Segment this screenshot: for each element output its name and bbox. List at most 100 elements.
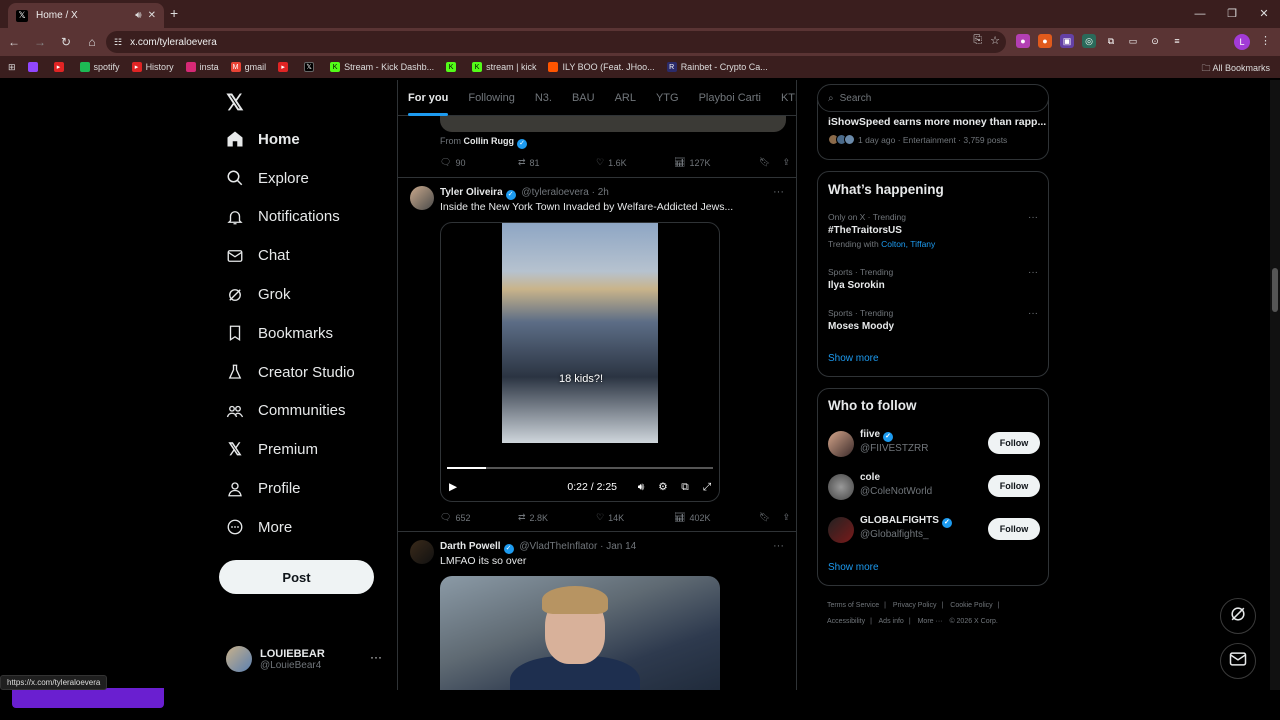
video-player[interactable]: 18 kids?! ▶ 0:22 / 2:25 🔊︎ ⚙ ⧉ ⤢ [440, 222, 720, 502]
address-bar[interactable]: ☷ x.com/tyleraloevera ⎘ ☆ [106, 31, 1006, 53]
settings-gear-icon[interactable]: ⚙ [655, 481, 671, 493]
author-name[interactable]: Tyler Oliveira [440, 187, 503, 198]
tweet-time[interactable]: · Jan 14 [600, 541, 636, 552]
show-more-link[interactable]: Show more [828, 353, 879, 364]
views-button[interactable]: 📊︎ 402K [674, 512, 752, 523]
tab-list[interactable]: Playboi Carti [689, 80, 771, 116]
bookmark-item[interactable]: Kstream | kick [472, 62, 536, 72]
follow-suggestion[interactable]: cole @ColeNotWorld Follow [828, 472, 1040, 504]
extension-icon[interactable]: ● [1038, 34, 1052, 48]
new-tab-icon[interactable]: + [170, 5, 178, 21]
footer-link[interactable]: Privacy Policy [893, 602, 937, 609]
follow-suggestion[interactable]: fiive ✓ @FIIVESTZRR Follow [828, 429, 1040, 461]
tweet-time[interactable]: · 2h [592, 187, 609, 198]
author-handle[interactable]: @VladTheInflator [519, 541, 597, 552]
twitch-icon[interactable]: ▣ [1060, 34, 1074, 48]
bookmark-item[interactable]: K [446, 62, 460, 72]
site-info-icon[interactable]: ☷ [114, 37, 122, 48]
avatar[interactable] [410, 540, 434, 564]
nav-grok[interactable]: Grok [218, 275, 398, 314]
like-button[interactable]: ♡ 14K [596, 512, 674, 523]
nav-chat[interactable]: Chat [218, 236, 398, 275]
top-story-card[interactable]: iShowSpeed earns more money than rapp...… [817, 100, 1049, 160]
post-button[interactable]: Post [219, 560, 374, 594]
tab-list[interactable]: BAU [562, 80, 605, 116]
footer-link[interactable]: Terms of Service [827, 602, 879, 609]
author-handle[interactable]: @tyleraloevera [521, 187, 588, 198]
bookmark-item[interactable] [27, 62, 42, 72]
show-more-link[interactable]: Show more [828, 562, 879, 573]
minimize-icon[interactable]: — [1184, 0, 1216, 28]
play-icon[interactable]: ▶ [449, 481, 457, 493]
repost-button[interactable]: ⇄ 2.8K [518, 512, 596, 523]
tab-list[interactable]: N3. [525, 80, 562, 116]
nav-communities[interactable]: Communities [218, 392, 398, 431]
fullscreen-icon[interactable]: ⤢ [699, 481, 715, 494]
footer-link[interactable]: More ··· [918, 618, 943, 625]
author-name[interactable]: Darth Powell [440, 541, 501, 552]
attribution-name[interactable]: Collin Rugg [464, 136, 515, 146]
reply-button[interactable]: 🗨︎ 90 [440, 157, 518, 168]
tab-for-you[interactable]: For you [398, 80, 458, 116]
tab-list[interactable]: KTF [771, 80, 796, 116]
nav-premium[interactable]: 𝕏 Premium [218, 430, 398, 469]
profile-avatar-icon[interactable]: L [1234, 34, 1250, 50]
nav-bookmarks[interactable]: Bookmarks [218, 314, 398, 353]
reload-icon[interactable]: ↻ [54, 35, 78, 49]
more-horizontal-icon[interactable]: ··· [773, 186, 784, 198]
trending-with-links[interactable]: Colton, Tiffany [881, 239, 935, 249]
bookmark-item[interactable]: ▸ [278, 62, 292, 72]
bookmark-item[interactable]: 𝕏 [304, 62, 318, 72]
bookmark-icon[interactable]: 🔖︎ [759, 512, 770, 523]
close-tab-icon[interactable]: ✕ [148, 10, 156, 21]
nav-profile[interactable]: Profile [218, 469, 398, 508]
more-horizontal-icon[interactable]: ··· [1028, 212, 1038, 223]
more-horizontal-icon[interactable]: ··· [773, 540, 784, 552]
follow-button[interactable]: Follow [988, 432, 1040, 454]
messages-fab-button[interactable] [1220, 643, 1256, 679]
scrollbar-thumb[interactable] [1272, 268, 1278, 312]
home-browser-icon[interactable]: ⌂ [80, 35, 104, 49]
video-progress-bar[interactable] [447, 467, 713, 469]
bookmark-item[interactable]: ▸ [53, 62, 68, 72]
media-icon[interactable]: ≡ [1170, 34, 1184, 48]
footer-link[interactable]: Ads info [879, 618, 904, 625]
bookmark-item[interactable]: spotify [79, 62, 120, 72]
apps-icon[interactable]: ⊞ [8, 62, 16, 73]
browser-menu-icon[interactable]: ⋮ [1260, 34, 1271, 47]
extension-icon[interactable]: ⊙ [1148, 34, 1162, 48]
x-logo-icon[interactable]: 𝕏 [226, 90, 244, 116]
extension-icon[interactable]: ◎ [1082, 34, 1096, 48]
footer-link[interactable]: Accessibility [827, 618, 865, 625]
puzzle-icon[interactable]: ⧉ [1104, 34, 1118, 48]
speaker-icon[interactable]: 🔊︎ [135, 10, 141, 21]
nav-more[interactable]: More [218, 508, 398, 547]
restore-icon[interactable]: ❐ [1216, 0, 1248, 28]
bookmark-item[interactable]: ILY BOO (Feat. JHoo... [548, 62, 655, 72]
share-icon[interactable]: ⇪ [782, 157, 790, 168]
more-horizontal-icon[interactable]: ··· [1028, 308, 1038, 319]
volume-icon[interactable]: 🔊︎ [633, 481, 649, 494]
bookmark-star-icon[interactable]: ☆ [990, 34, 1000, 47]
close-window-icon[interactable]: ✕ [1248, 0, 1280, 28]
bookmark-item[interactable]: ▸ History [131, 62, 174, 72]
nav-home[interactable]: Home [218, 120, 398, 159]
sidepanel-icon[interactable]: ▭ [1126, 34, 1140, 48]
bookmark-item[interactable]: R Rainbet - Crypto Ca... [666, 62, 768, 72]
nav-creator-studio[interactable]: Creator Studio [218, 353, 398, 392]
bookmark-item[interactable]: K Stream - Kick Dashb... [330, 62, 434, 72]
trend-item[interactable]: Only on X · Trending #TheTraitorsUS Tren… [828, 212, 1038, 249]
all-bookmarks-button[interactable]: 🗀︎ All Bookmarks [1201, 61, 1270, 77]
tweet-image[interactable] [440, 576, 720, 690]
forward-icon[interactable]: → [28, 35, 52, 49]
follow-button[interactable]: Follow [988, 518, 1040, 540]
reply-button[interactable]: 🗨︎ 652 [440, 512, 518, 523]
follow-suggestion[interactable]: GLOBALFIGHTS ✓ @Globalfights_ Follow [828, 515, 1040, 547]
repost-button[interactable]: ⇄ 81 [518, 157, 596, 168]
nav-notifications[interactable]: Notifications [218, 198, 398, 237]
bookmark-item[interactable]: insta [185, 62, 219, 72]
nav-explore[interactable]: Explore [218, 159, 398, 198]
extension-icon[interactable]: ● [1016, 34, 1030, 48]
page-scrollbar[interactable] [1270, 80, 1280, 690]
pip-icon[interactable]: ⧉ [677, 481, 693, 494]
